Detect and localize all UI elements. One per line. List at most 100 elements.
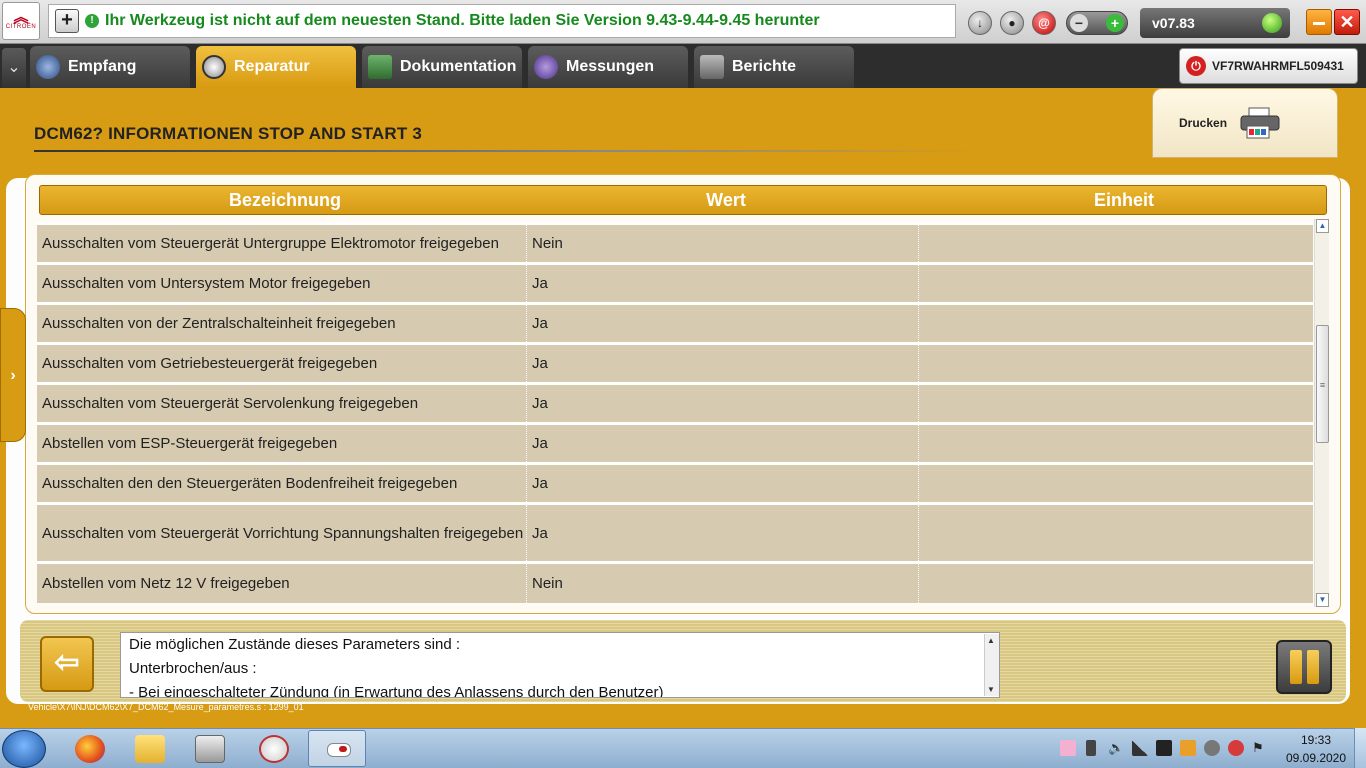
waveform-icon	[534, 55, 558, 79]
table-row[interactable]: Abstellen vom ESP-Steuergerät freigegebe…	[37, 422, 1313, 462]
table-header: Bezeichnung Wert Einheit	[39, 185, 1327, 215]
firefox-icon	[75, 735, 105, 763]
download-icon[interactable]: ↓	[968, 11, 992, 35]
info-scrollbar[interactable]: ▲ ▼	[984, 634, 999, 696]
row-name: Ausschalten von der Zentralschalteinheit…	[37, 305, 527, 342]
row-unit	[919, 425, 1313, 462]
calculator-icon	[195, 735, 225, 763]
tab-messungen[interactable]: Messungen	[528, 46, 688, 88]
row-name: Ausschalten vom Steuergerät Servolenkung…	[37, 385, 527, 422]
info-line: - Bei eingeschalteter Zündung (in Erwart…	[129, 684, 664, 698]
table-row[interactable]: Ausschalten vom Steuergerät Servolenkung…	[37, 382, 1313, 422]
table-row[interactable]: Ausschalten vom Untersystem Motor freige…	[37, 262, 1313, 302]
row-name: Ausschalten vom Steuergerät Vorrichtung …	[37, 505, 527, 561]
row-unit	[919, 385, 1313, 422]
tool-icon	[259, 735, 289, 763]
tab-dokumentation[interactable]: Dokumentation	[362, 46, 522, 88]
scroll-up-icon[interactable]: ▲	[987, 636, 995, 645]
table-row[interactable]: Abstellen vom Netz 12 V freigegeben Nein	[37, 561, 1313, 603]
row-value: Ja	[527, 505, 919, 561]
row-unit	[919, 465, 1313, 502]
minus-icon[interactable]: −	[1070, 14, 1088, 32]
power-icon: ⏻	[1186, 56, 1206, 76]
row-value: Ja	[527, 425, 919, 462]
scroll-up-icon[interactable]: ▲	[1316, 219, 1329, 233]
minimize-button[interactable]	[1306, 9, 1332, 35]
column-header-einheit: Einheit	[1093, 189, 1154, 210]
network-signal-icon[interactable]	[1132, 740, 1148, 756]
table-scrollbar[interactable]: ▲ ≡ ▼	[1314, 219, 1329, 607]
error-icon[interactable]	[1228, 740, 1244, 756]
clock-date[interactable]: 09.09.2020	[1284, 751, 1348, 765]
tab-label: Messungen	[566, 58, 655, 75]
row-value: Ja	[527, 305, 919, 342]
tray-app-icon[interactable]	[1060, 740, 1076, 756]
logo-text: CITROËN	[5, 24, 37, 30]
table-row[interactable]: Ausschalten vom Steuergerät Vorrichtung …	[37, 502, 1313, 561]
vin-display[interactable]: ⏻ VF7RWAHRMFL509431	[1179, 48, 1358, 84]
print-label: Drucken	[1179, 116, 1228, 130]
side-panel-toggle[interactable]: ›	[0, 308, 26, 442]
nav-collapse-button[interactable]: ⌄	[2, 48, 26, 88]
tab-reparatur[interactable]: Reparatur	[196, 46, 356, 88]
tool-taskbar-icon[interactable]	[246, 731, 302, 767]
row-unit	[919, 225, 1313, 262]
table-row[interactable]: Ausschalten vom Steuergerät Untergruppe …	[37, 222, 1313, 262]
battery-icon[interactable]	[1086, 740, 1096, 756]
info-line: Unterbrochen/aus :	[129, 660, 257, 677]
chevron-logo-icon: ︽	[13, 9, 29, 26]
volume-toggle[interactable]: − +	[1066, 11, 1128, 35]
email-icon[interactable]: @	[1032, 11, 1056, 35]
table-row[interactable]: Ausschalten von der Zentralschalteinheit…	[37, 302, 1313, 342]
column-header-wert: Wert	[706, 189, 746, 210]
tab-label: Empfang	[68, 58, 137, 75]
row-value: Ja	[527, 465, 919, 502]
book-icon	[368, 55, 392, 79]
script-path: Vehicle\X7\INJ\DCM62\X7_DCM62_Mesure_par…	[28, 702, 304, 712]
tab-label: Berichte	[732, 58, 797, 75]
page-title: DCM62? INFORMATIONEN STOP AND START 3	[34, 124, 423, 143]
row-unit	[919, 305, 1313, 342]
flag-icon[interactable]: ⚑	[1252, 740, 1268, 756]
row-value: Ja	[527, 385, 919, 422]
clock-time[interactable]: 19:33	[1296, 733, 1336, 747]
scroll-down-icon[interactable]: ▼	[987, 685, 995, 694]
version-text: v07.83	[1152, 15, 1195, 31]
show-desktop-button[interactable]	[1354, 728, 1366, 768]
speaker-icon[interactable]: 🔈	[1108, 740, 1124, 756]
explorer-taskbar-icon[interactable]	[122, 731, 178, 767]
row-unit	[919, 564, 1313, 603]
notification-icon[interactable]	[1180, 740, 1196, 756]
pause-button[interactable]	[1276, 640, 1332, 694]
printer-icon	[1240, 107, 1280, 139]
print-button[interactable]: Drucken	[1152, 88, 1338, 158]
info-text-box[interactable]: Die möglichen Zustände dieses Parameters…	[120, 632, 1000, 698]
scroll-thumb[interactable]: ≡	[1316, 325, 1329, 443]
update-notice-text: Ihr Werkzeug ist nicht auf dem neuesten …	[105, 12, 820, 29]
monitor-icon[interactable]	[1156, 740, 1172, 756]
table-row[interactable]: Ausschalten den den Steuergeräten Bodenf…	[37, 462, 1313, 502]
calculator-taskbar-icon[interactable]	[182, 731, 238, 767]
tab-empfang[interactable]: Empfang	[30, 46, 190, 88]
update-notice: + ! Ihr Werkzeug ist nicht auf dem neues…	[48, 4, 956, 38]
brand-logo: ︽ CITROËN	[2, 2, 40, 40]
nav-bar: ⌄ Empfang Reparatur Dokumentation Messun…	[0, 44, 1366, 88]
start-button[interactable]	[2, 730, 46, 768]
row-value: Ja	[527, 345, 919, 382]
usb-icon[interactable]	[1204, 740, 1220, 756]
row-value: Ja	[527, 265, 919, 302]
back-button[interactable]: ⇦	[40, 636, 94, 692]
table-row[interactable]: Ausschalten vom Getriebesteuergerät frei…	[37, 342, 1313, 382]
close-button[interactable]: ✕	[1334, 9, 1360, 35]
home-icon	[36, 55, 60, 79]
version-display: v07.83	[1140, 8, 1290, 38]
user-icon[interactable]: ●	[1000, 11, 1024, 35]
firefox-taskbar-icon[interactable]	[62, 731, 118, 767]
expand-icon[interactable]: +	[55, 9, 79, 33]
scroll-down-icon[interactable]: ▼	[1316, 593, 1329, 607]
active-app-taskbar-icon[interactable]	[308, 730, 366, 767]
row-value: Nein	[527, 564, 919, 603]
tab-berichte[interactable]: Berichte	[694, 46, 854, 88]
title-divider	[34, 150, 974, 152]
plus-icon[interactable]: +	[1106, 14, 1124, 32]
